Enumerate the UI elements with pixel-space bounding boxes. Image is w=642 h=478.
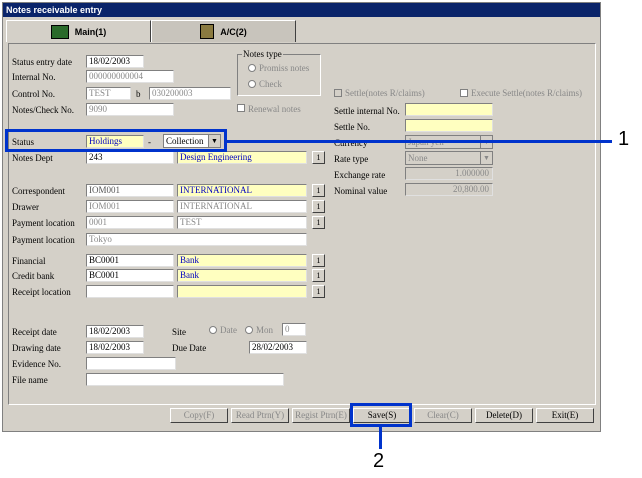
- rate-type-select[interactable]: None ▼: [405, 151, 493, 165]
- receipt-location-lookup-button[interactable]: 1: [312, 285, 325, 298]
- promiss-notes-radio[interactable]: [248, 64, 256, 72]
- settle-internal-no-label: Settle internal No.: [334, 106, 400, 116]
- exchange-rate-input[interactable]: 1.000000: [405, 167, 493, 180]
- payment-location-name: TEST: [177, 216, 307, 229]
- ledger-icon: [200, 24, 215, 39]
- read-pattern-button[interactable]: Read Ptrn(Y): [231, 408, 289, 423]
- internal-no-label: Internal No.: [12, 72, 56, 82]
- receipt-location-code[interactable]: [86, 285, 174, 298]
- callout-1-number: 1: [618, 128, 630, 150]
- evidence-no-input[interactable]: [86, 357, 176, 370]
- notes-type-label: Notes type: [242, 49, 283, 59]
- control-no-separator: b: [136, 89, 141, 99]
- nominal-value-label: Nominal value: [334, 186, 388, 196]
- status-highlight-box: [5, 129, 227, 152]
- delete-button[interactable]: Delete(D): [475, 408, 533, 423]
- drawer-code[interactable]: IOM001: [86, 200, 174, 213]
- tab-main-label: Main(1): [74, 26, 107, 37]
- callout-2-line: [379, 427, 382, 449]
- financial-label: Financial: [12, 256, 46, 266]
- exchange-rate-label: Exchange rate: [334, 170, 386, 180]
- payment-location2-input[interactable]: Tokyo: [86, 233, 307, 246]
- copy-button[interactable]: Copy(F): [170, 408, 228, 423]
- financial-code[interactable]: BC0001: [86, 254, 174, 267]
- receipt-date-label: Receipt date: [12, 327, 57, 337]
- notes-dept-lookup-button[interactable]: 1: [312, 151, 325, 164]
- drawer-lookup-button[interactable]: 1: [312, 200, 325, 213]
- check-radio[interactable]: [248, 80, 256, 88]
- dropdown-arrow-icon[interactable]: ▼: [480, 152, 492, 164]
- notes-dept-code[interactable]: 243: [86, 151, 174, 164]
- site-date-label: Date: [220, 325, 237, 335]
- exit-button[interactable]: Exit(E): [536, 408, 594, 423]
- drawing-date-input[interactable]: 18/02/2003: [86, 341, 144, 354]
- book-icon: [50, 24, 69, 39]
- notes-dept-label: Notes Dept: [12, 153, 53, 163]
- status-entry-date-label: Status entry date: [12, 57, 72, 67]
- site-mon-label: Mon: [256, 325, 274, 335]
- regist-pattern-button[interactable]: Regist Ptrn(E): [292, 408, 350, 423]
- nominal-value-input[interactable]: 20,800.00: [405, 183, 493, 196]
- settle-internal-no-input[interactable]: [405, 103, 493, 116]
- control-no-label: Control No.: [12, 89, 56, 99]
- tab-ac[interactable]: A/C(2): [151, 20, 296, 42]
- settle-no-label: Settle No.: [334, 122, 370, 132]
- receipt-location-label: Receipt location: [12, 287, 71, 297]
- drawer-name: INTERNATIONAL: [177, 200, 307, 213]
- evidence-no-label: Evidence No.: [12, 359, 61, 369]
- tab-main[interactable]: Main(1): [6, 20, 151, 42]
- correspondent-code[interactable]: IOM001: [86, 184, 174, 197]
- settle-no-input[interactable]: [405, 119, 493, 132]
- payment-location-label: Payment location: [12, 218, 75, 228]
- financial-lookup-button[interactable]: 1: [312, 254, 325, 267]
- renewal-notes-label: Renewal notes: [248, 104, 301, 114]
- financial-name: Bank: [177, 254, 307, 267]
- renewal-notes-checkbox[interactable]: [237, 104, 245, 112]
- clear-button[interactable]: Clear(C): [414, 408, 472, 423]
- due-date-input[interactable]: 28/02/2003: [249, 341, 307, 354]
- callout-2-number: 2: [373, 450, 385, 472]
- correspondent-name: INTERNATIONAL: [177, 184, 307, 197]
- status-entry-date-input[interactable]: 18/02/2003: [86, 55, 144, 68]
- correspondent-lookup-button[interactable]: 1: [312, 184, 325, 197]
- check-label: Check: [259, 79, 282, 89]
- internal-no-input[interactable]: 000000000004: [86, 70, 174, 83]
- notes-type-group: [237, 54, 321, 96]
- payment-location2-label: Payment location: [12, 235, 75, 245]
- save-highlight-box: [350, 403, 412, 427]
- execute-settle-checkbox[interactable]: [460, 89, 468, 97]
- execute-settle-label: Execute Settle(notes R/claims): [471, 88, 582, 98]
- site-mon-radio[interactable]: [245, 326, 253, 334]
- credit-bank-label: Credit bank: [12, 271, 55, 281]
- notes-dept-name: Design Engineering: [177, 151, 307, 164]
- file-name-input[interactable]: [86, 373, 284, 386]
- payment-location-code[interactable]: 0001: [86, 216, 174, 229]
- control-no-input[interactable]: 030200003: [149, 87, 231, 100]
- drawing-date-label: Drawing date: [12, 343, 61, 353]
- receipt-location-name: [177, 285, 307, 298]
- settle-checkbox[interactable]: [334, 89, 342, 97]
- rate-type-value: None: [408, 153, 428, 163]
- site-value-input[interactable]: 0: [282, 323, 306, 336]
- site-label: Site: [172, 327, 187, 337]
- credit-bank-code[interactable]: BC0001: [86, 269, 174, 282]
- window-title: Notes receivable entry: [3, 3, 600, 17]
- credit-bank-lookup-button[interactable]: 1: [312, 269, 325, 282]
- file-name-label: File name: [12, 375, 48, 385]
- settle-label: Settle(notes R/claims): [345, 88, 425, 98]
- promiss-notes-label: Promiss notes: [259, 63, 310, 73]
- due-date-label: Due Date: [172, 343, 207, 353]
- site-date-radio[interactable]: [209, 326, 217, 334]
- notes-check-no-input[interactable]: 9090: [86, 103, 174, 116]
- tab-ac-label: A/C(2): [220, 26, 247, 37]
- callout-1-line: [227, 140, 612, 143]
- notes-check-no-label: Notes/Check No.: [12, 105, 74, 115]
- rate-type-label: Rate type: [334, 154, 369, 164]
- correspondent-label: Correspondent: [12, 186, 65, 196]
- receipt-date-input[interactable]: 18/02/2003: [86, 325, 144, 338]
- credit-bank-name: Bank: [177, 269, 307, 282]
- drawer-label: Drawer: [12, 202, 39, 212]
- control-no-prefix[interactable]: TEST: [86, 87, 131, 100]
- payment-location-lookup-button[interactable]: 1: [312, 216, 325, 229]
